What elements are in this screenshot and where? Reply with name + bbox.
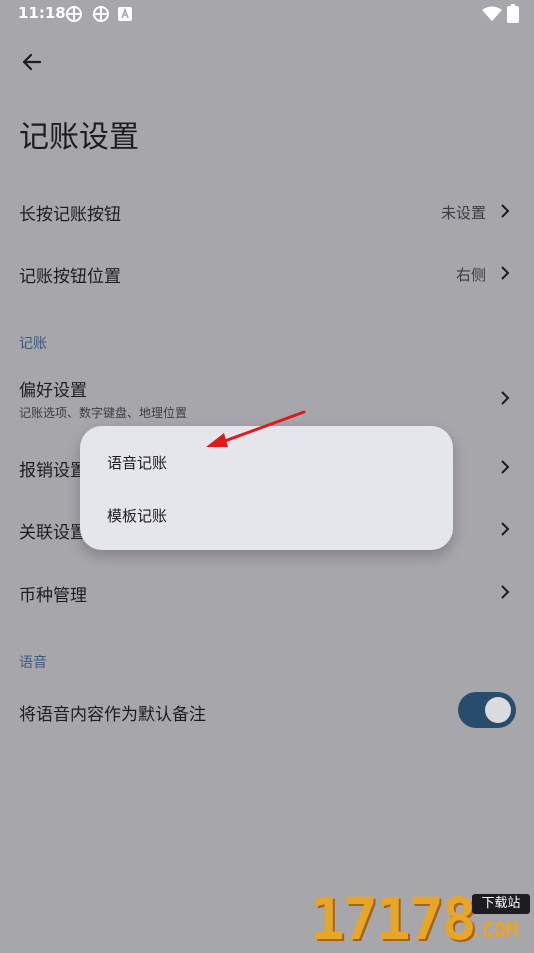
chevron-right-icon <box>501 460 510 474</box>
chevron-right-icon <box>501 522 510 536</box>
battery-icon <box>507 4 519 23</box>
long-press-value: 未设置 <box>440 204 486 222</box>
notification-icon <box>66 6 82 22</box>
preferences-subtitle: 记账选项、数字键盘、地理位置 <box>19 406 188 420</box>
watermark-domain: .COM <box>470 918 519 942</box>
reimbursement-label: 报销设置 <box>19 461 87 481</box>
preferences-label: 偏好设置 <box>19 381 87 401</box>
watermark-badge: 下载站 <box>472 894 530 914</box>
long-press-label: 长按记账按钮 <box>19 205 121 225</box>
voice-note-toggle[interactable] <box>458 692 516 728</box>
link-settings-label: 关联设置 <box>19 523 87 543</box>
chevron-right-icon <box>501 585 510 599</box>
watermark-digits: 17178 <box>310 885 477 953</box>
section-title-voice: 语音 <box>19 655 47 671</box>
notification-icon <box>93 6 109 22</box>
chevron-right-icon <box>501 391 510 405</box>
wifi-icon <box>482 6 502 21</box>
menu-item-template-bookkeeping[interactable]: 模板记账 <box>107 505 167 526</box>
long-press-setting-row[interactable]: 长按记账按钮 未设置 <box>0 196 534 226</box>
status-bar: 11:18 <box>0 0 534 28</box>
annotation-arrow-icon <box>206 410 306 447</box>
button-position-label: 记账按钮位置 <box>19 267 121 287</box>
button-position-row[interactable]: 记账按钮位置 右侧 <box>0 258 534 288</box>
toggle-knob <box>485 697 511 723</box>
currency-label: 币种管理 <box>19 586 87 606</box>
voice-note-row[interactable]: 将语音内容作为默认备注 <box>0 692 534 728</box>
button-position-value: 右侧 <box>455 266 486 284</box>
voice-note-label: 将语音内容作为默认备注 <box>19 705 206 725</box>
app-notification-icon <box>118 7 132 21</box>
section-title-bookkeeping: 记账 <box>19 336 47 352</box>
chevron-right-icon <box>501 266 510 280</box>
back-arrow-icon[interactable] <box>14 44 50 80</box>
page-title: 记账设置 <box>19 120 139 155</box>
watermark-logo: 17178 下载站 .COM <box>310 888 534 950</box>
menu-item-voice-bookkeeping[interactable]: 语音记账 <box>107 452 167 473</box>
chevron-right-icon <box>501 204 510 218</box>
status-time: 11:18 <box>18 4 66 22</box>
currency-row[interactable]: 币种管理 <box>0 577 534 607</box>
